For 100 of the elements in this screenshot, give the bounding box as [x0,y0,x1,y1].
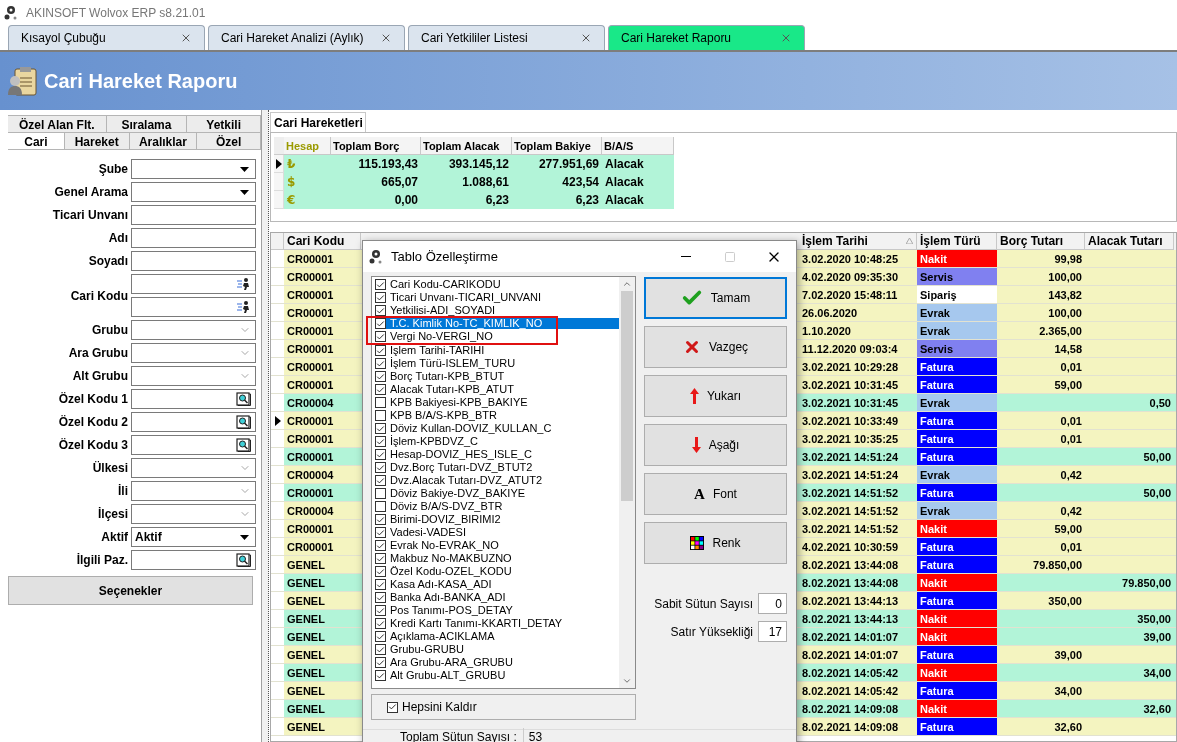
field-value: Aktif [134,529,162,546]
dialog-title: Tablo Özelleştirme [391,247,499,266]
table-cell-text: 8.02.2021 13:44:13 [801,612,900,627]
table-cell-text: 14,58 [1053,342,1083,357]
type-cell: Evrak [917,394,997,411]
type-cell: Nakit [917,250,997,267]
field-label: Ticari Unvanı [51,207,128,224]
table-cell-text: CR00001 [286,540,335,555]
table-cell-text: CR00004 [286,504,335,519]
table-cell: 665,07 [331,173,421,191]
field-label: Grubu [91,322,128,339]
table-cell: Alacak [602,173,674,191]
table-cell-text: GENEL [286,612,326,627]
table-cell-text: 3.02.2021 14:51:52 [801,504,900,519]
table-cell: 1.088,61 [421,173,512,191]
table-cell-text: 350,00 [1047,594,1083,609]
table-cell-text: GENEL [286,648,326,663]
type-cell: Sipariş [917,286,997,303]
field-label: İli [117,483,128,500]
type-cell: Fatura [917,538,997,555]
field-label: Cari Kodu [69,287,128,305]
table-cell-text: 100,00 [1047,306,1083,321]
table-cell-text: 0,42 [1059,468,1083,483]
field-label: Aktif [100,529,128,546]
table-cell-text: 3.02.2021 10:33:49 [801,414,900,429]
table-cell-text: 3.02.2021 10:31:45 [801,378,900,393]
table-cell-text: CR00001 [286,360,335,375]
table-cell: 0,00 [331,191,421,209]
table-cell-text: GENEL [286,666,326,681]
table-cell-text: 26.06.2020 [801,306,859,321]
field-label: Ara Grubu [67,345,128,362]
table-cell-text: 3.02.2021 14:51:52 [801,486,900,501]
font-icon: A [694,482,705,506]
table-cell-text: CR00001 [286,414,335,429]
field-label: Şube [97,161,128,178]
table-cell-text: CR00001 [286,522,335,537]
table-cell-text: CR00001 [286,288,335,303]
table-cell-text: 8.02.2021 13:44:08 [801,576,900,591]
table-cell-text: CR00001 [286,270,335,285]
table-cell-text: 0,50 [1148,396,1172,411]
table-cell-text: 34,00 [1142,666,1172,681]
field-label: Adı [107,230,128,247]
table-cell-text: 8.02.2021 14:09:08 [801,720,900,735]
table-cell-text: 32,60 [1053,720,1083,735]
table-cell-text: CR00001 [286,324,335,339]
table-cell: 393.145,12 [421,155,512,173]
table-cell-text: 3.02.2021 14:51:24 [801,468,900,483]
page-title: Cari Hareket Raporu [44,69,238,94]
table-cell-text: 39,00 [1053,648,1083,663]
table-cell-text: 8.02.2021 14:01:07 [801,648,900,663]
table-cell: 6,23 [421,191,512,209]
table-cell-text: 3.02.2021 10:35:25 [801,432,900,447]
total-value: 53 [522,727,543,742]
table-cell-text: CR00001 [286,432,335,447]
table-cell-text: 2.365,00 [1038,324,1083,339]
table-cell-text: 8.02.2021 14:01:07 [801,630,900,645]
type-cell: Fatura [917,376,997,393]
table-cell-text: 3.02.2020 10:48:25 [801,252,900,267]
table-cell-text: CR00001 [286,378,335,393]
field-label: Ülkesi [91,460,128,477]
window-title: AKINSOFT Wolvox ERP s8.21.01 [26,4,206,22]
table-cell-text: 4.02.2020 09:35:30 [801,270,900,285]
table-cell-text: 8.02.2021 13:44:08 [801,558,900,573]
type-cell: Servis [917,340,997,357]
table-cell: 115.193,43 [331,155,421,173]
table-cell-text: 143,82 [1047,288,1083,303]
type-cell: Fatura [917,358,997,375]
table-cell-text: GENEL [286,630,326,645]
table-cell-text: 50,00 [1142,450,1172,465]
type-cell: Fatura [917,412,997,429]
type-cell: Servis [917,268,997,285]
table-cell-text: CR00001 [286,306,335,321]
table-cell-text: 32,60 [1142,702,1172,717]
field-label: Özel Kodu 1 [57,391,128,408]
table-cell: € [284,191,331,209]
table-cell-text: 0,01 [1059,360,1083,375]
table-cell-text: 3.02.2021 14:51:24 [801,450,900,465]
type-cell: Fatura [917,718,997,735]
checkbox-label: Hepsini Kaldır [402,699,477,716]
table-cell-text: CR00001 [286,486,335,501]
field-label: Sabit Sütun Sayısı [654,595,753,613]
table-cell-text: 79.850,00 [1032,558,1083,573]
table-cell-text: 59,00 [1053,522,1083,537]
type-cell: Fatura [917,430,997,447]
type-cell: Evrak [917,322,997,339]
table-cell-text: CR00004 [286,396,335,411]
table-cell: 277.951,69 [512,155,602,173]
table-cell-text: 0,01 [1059,540,1083,555]
table-cell: $ [284,173,331,191]
table-cell-text: 50,00 [1142,486,1172,501]
type-cell: Nakit [917,664,997,681]
type-cell: Evrak [917,304,997,321]
table-cell: ₺ [284,155,331,173]
field-label: Özel Kodu 2 [57,414,128,431]
field-label: Satır Yüksekliği [670,623,753,641]
table-cell-text: 0,01 [1059,414,1083,429]
table-cell-text: 11.12.2020 09:03:4 [801,342,899,357]
table-cell-text: 1.10.2020 [801,324,852,339]
table-cell-text: GENEL [286,576,326,591]
type-cell: Fatura [917,592,997,609]
